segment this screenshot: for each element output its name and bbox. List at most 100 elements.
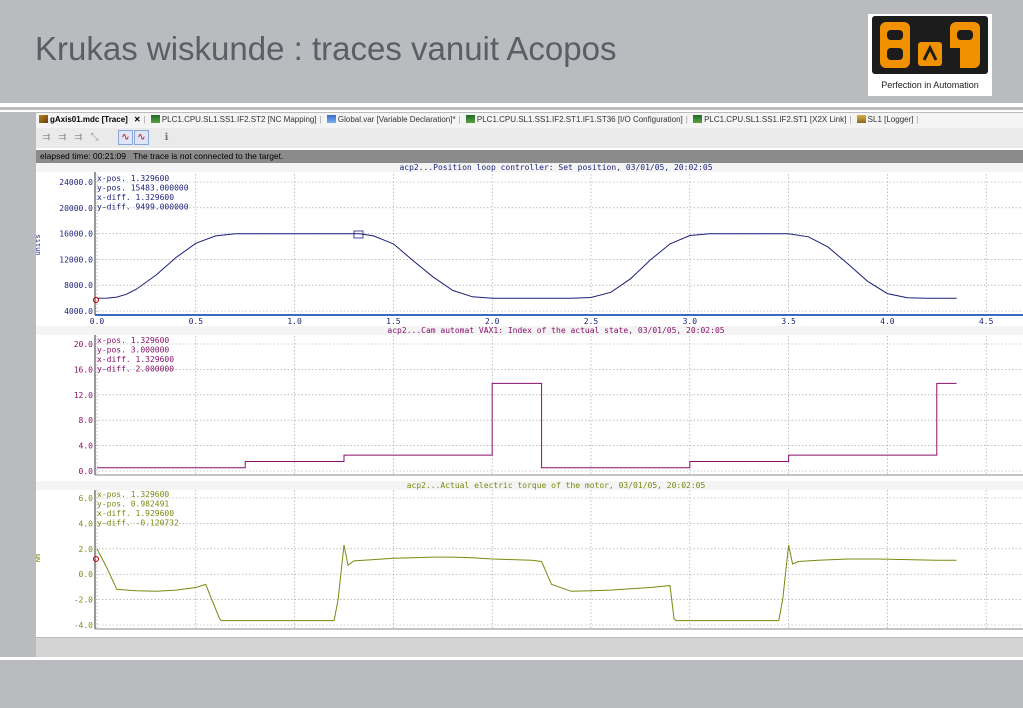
y-tick-label: 2.0 bbox=[79, 545, 94, 554]
y-tick-label: 4.0 bbox=[79, 442, 94, 451]
status-bar: elapsed time: 00:21:09 The trace is not … bbox=[36, 150, 1023, 163]
variable-icon bbox=[326, 115, 336, 123]
wave-icon[interactable]: ∿ bbox=[118, 130, 133, 145]
header-divider bbox=[0, 103, 1023, 107]
hardware-icon bbox=[150, 115, 160, 123]
series-line bbox=[96, 544, 957, 622]
tab-nc-mapping[interactable]: PLC1.CPU.SL1.SS1.IF2.ST2 [NC Mapping] bbox=[148, 113, 320, 124]
trace-window: gAxis01.mdc [Trace] ✕ | PLC1.CPU.SL1.SS1.… bbox=[36, 113, 1023, 658]
y-tick-label: 20000.0 bbox=[59, 204, 93, 213]
tab-label: Global.var [Variable Declaration]* bbox=[337, 115, 456, 124]
panel-title: acp2...Cam automat VAX1: Index of the ac… bbox=[387, 326, 724, 335]
tab-separator: | bbox=[143, 115, 146, 124]
slide-header: Krukas wiskunde : traces vanuit Acopos P… bbox=[0, 0, 1023, 103]
close-icon[interactable]: ✕ bbox=[134, 115, 141, 124]
zoom-out-icon[interactable]: ⇉ bbox=[56, 131, 69, 144]
cursor-readout-x-pos: x-pos. 1.329600 bbox=[97, 174, 169, 183]
y-tick-label: 8000.0 bbox=[64, 281, 93, 290]
slide-title: Krukas wiskunde : traces vanuit Acopos bbox=[35, 30, 617, 67]
tab-label: PLC1.CPU.SL1.SS1.IF2.ST2 [NC Mapping] bbox=[161, 115, 317, 124]
cursor-readout-y-diff: y-diff. 9499.000000 bbox=[97, 203, 189, 212]
trigger-marker bbox=[93, 297, 99, 303]
panel-title: acp2...Position loop controller: Set pos… bbox=[399, 163, 712, 172]
cursor-readout-x-pos: x-pos. 1.329600 bbox=[97, 336, 169, 345]
x-tick-label: 0.0 bbox=[90, 317, 105, 326]
y-tick-label: -2.0 bbox=[74, 596, 93, 605]
y-tick-label: 0.0 bbox=[79, 570, 94, 579]
elapsed-time: elapsed time: 00:21:09 bbox=[40, 151, 127, 161]
cursor-readout-y-diff: y-diff. -0.120732 bbox=[97, 519, 179, 528]
tab-logger[interactable]: SL1 [Logger] bbox=[854, 113, 917, 124]
cursor-readout-y-pos: y-pos. 3.000000 bbox=[97, 346, 169, 355]
cursor-readout-x-diff: x-diff. 1.329600 bbox=[97, 355, 174, 364]
y-tick-label: 12000.0 bbox=[59, 255, 93, 264]
trace-icon bbox=[39, 115, 48, 123]
zoom-reset-icon[interactable]: ⇉ bbox=[72, 131, 85, 144]
y-tick-label: -4.0 bbox=[74, 621, 93, 630]
y-tick-label: 8.0 bbox=[79, 416, 94, 425]
y-axis-label: units bbox=[36, 234, 42, 255]
header-divider-thin bbox=[0, 110, 1023, 112]
cam-state-panel: acp2...Cam automat VAX1: Index of the ac… bbox=[36, 326, 1023, 476]
series-line bbox=[97, 382, 957, 469]
cursor-readout-y-pos: y-pos. 0.982491 bbox=[97, 500, 169, 509]
x-tick-label: 0.5 bbox=[189, 317, 204, 326]
series-line bbox=[96, 233, 957, 299]
x-tick-label: 3.5 bbox=[781, 317, 796, 326]
y-tick-label: 12.0 bbox=[74, 391, 93, 400]
y-tick-label: 4000.0 bbox=[64, 307, 93, 316]
br-logo-mark bbox=[872, 16, 988, 74]
br-logo: Perfection in Automation bbox=[868, 14, 992, 96]
zoom-in-icon[interactable]: ⇉ bbox=[40, 131, 53, 144]
cursor-readout-x-diff: x-diff. 1.329600 bbox=[97, 193, 174, 202]
tab-separator: | bbox=[916, 115, 919, 124]
trace-plots[interactable]: acp2...Position loop controller: Set pos… bbox=[36, 163, 1023, 633]
tab-x2x-link[interactable]: PLC1.CPU.SL1.SS1.IF2.ST1 [X2X Link] bbox=[690, 113, 849, 124]
x-tick-label: 4.0 bbox=[880, 317, 895, 326]
tab-separator: | bbox=[685, 115, 688, 124]
cursor-readout-y-pos: y-pos. 15483.000000 bbox=[97, 184, 189, 193]
tab-trace[interactable]: gAxis01.mdc [Trace] ✕ bbox=[36, 113, 144, 124]
tab-separator: | bbox=[458, 115, 461, 124]
hardware-icon bbox=[465, 115, 475, 123]
cursor-readout-y-diff: y-diff. 2.000000 bbox=[97, 365, 174, 374]
torque-panel: acp2...Actual electric torque of the mot… bbox=[36, 481, 1023, 630]
x-tick-label: 2.5 bbox=[584, 317, 599, 326]
cursor-readout-x-pos: x-pos. 1.329600 bbox=[97, 490, 169, 499]
cursor-readout-x-diff: x-diff. 1.929600 bbox=[97, 509, 174, 518]
tab-variable-declaration[interactable]: Global.var [Variable Declaration]* bbox=[324, 113, 459, 124]
y-tick-label: 24000.0 bbox=[59, 178, 93, 187]
y-tick-label: 6.0 bbox=[79, 494, 94, 503]
trigger-marker bbox=[93, 556, 99, 562]
cursor-icon[interactable]: ⤡ bbox=[88, 131, 101, 144]
footer-divider bbox=[0, 657, 1023, 660]
horizontal-scrollbar[interactable] bbox=[36, 637, 1023, 658]
status-message: The trace is not connected to the target… bbox=[133, 151, 284, 161]
logger-icon bbox=[856, 115, 866, 123]
x-tick-label: 3.0 bbox=[683, 317, 698, 326]
y-tick-label: 0.0 bbox=[79, 467, 94, 476]
x-tick-label: 1.0 bbox=[287, 317, 302, 326]
wave-red-icon[interactable]: ∿ bbox=[134, 130, 149, 145]
logo-tagline: Perfection in Automation bbox=[881, 80, 979, 90]
y-tick-label: 16.0 bbox=[74, 365, 93, 374]
y-tick-label: 16000.0 bbox=[59, 230, 93, 239]
info-icon[interactable]: ℹ bbox=[160, 131, 173, 144]
tab-separator: | bbox=[849, 115, 852, 124]
editor-tab-bar: gAxis01.mdc [Trace] ✕ | PLC1.CPU.SL1.SS1.… bbox=[36, 113, 1023, 128]
x-tick-label: 4.5 bbox=[979, 317, 994, 326]
x-tick-label: 2.0 bbox=[485, 317, 500, 326]
tab-separator: | bbox=[319, 115, 322, 124]
y-tick-label: 4.0 bbox=[79, 519, 94, 528]
y-axis-label: Nm bbox=[36, 554, 42, 562]
x-tick-label: 1.5 bbox=[386, 317, 401, 326]
panel-title: acp2...Actual electric torque of the mot… bbox=[407, 481, 706, 490]
y-tick-label: 20.0 bbox=[74, 340, 93, 349]
tab-trace-label: gAxis01.mdc [Trace] bbox=[50, 115, 128, 124]
trace-toolbar: ⇉ ⇉ ⇉ ⤡ ∿ ∿ ℹ bbox=[36, 128, 1023, 148]
tab-io-configuration[interactable]: PLC1.CPU.SL1.SS1.IF2.ST1.IF1.ST36 [I/O C… bbox=[463, 113, 686, 124]
tab-label: PLC1.CPU.SL1.SS1.IF2.ST1.IF1.ST36 [I/O C… bbox=[476, 115, 683, 124]
tab-label: PLC1.CPU.SL1.SS1.IF2.ST1 [X2X Link] bbox=[704, 115, 847, 124]
tab-label: SL1 [Logger] bbox=[867, 115, 914, 124]
hardware-icon bbox=[693, 115, 703, 123]
